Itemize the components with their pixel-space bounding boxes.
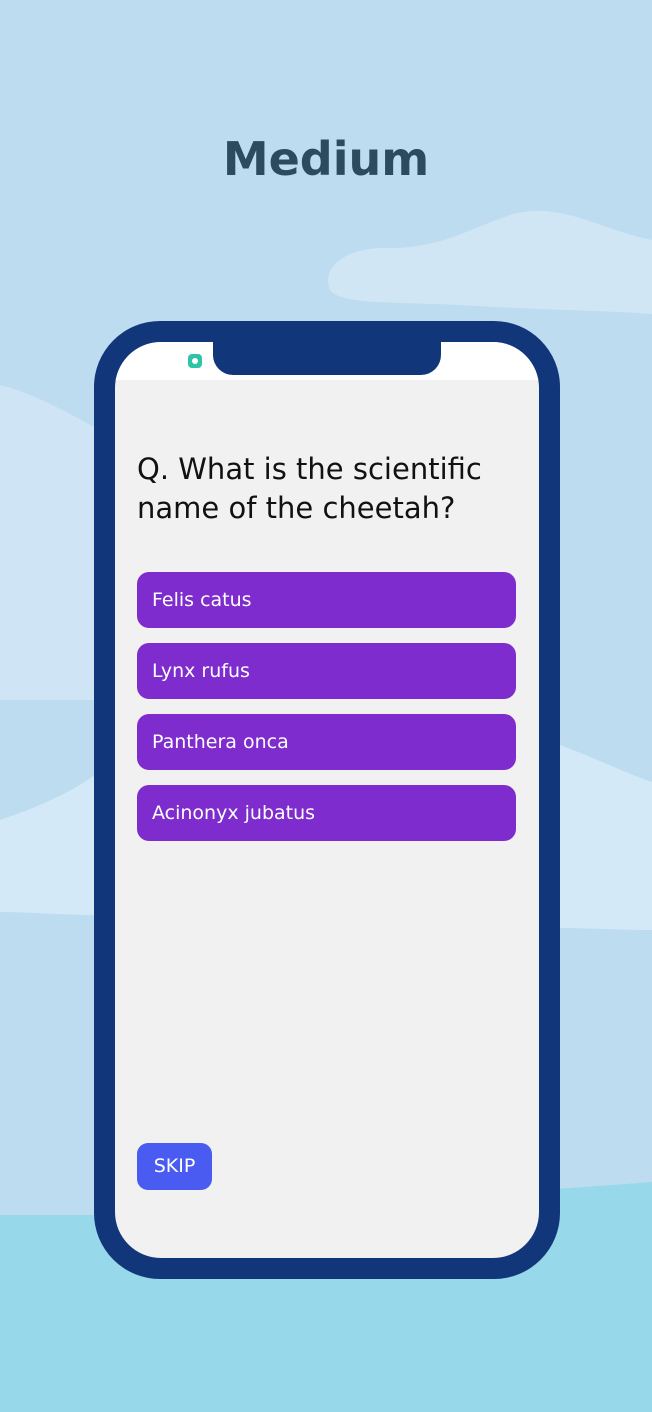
difficulty-title: Medium [222, 132, 430, 186]
answer-options: Felis catus Lynx rufus Panthera onca Aci… [137, 572, 516, 856]
question-text: Q. What is the scientific name of the ch… [137, 452, 482, 525]
answer-option-panthera-onca[interactable]: Panthera onca [137, 714, 516, 770]
skip-button[interactable]: SKIP [137, 1143, 212, 1190]
phone-screen: Q. What is the scientific name of the ch… [115, 342, 539, 1258]
cloud-left [0, 385, 100, 700]
answer-option-felis-catus[interactable]: Felis catus [137, 572, 516, 628]
answer-option-acinonyx-jubatus[interactable]: Acinonyx jubatus [137, 785, 516, 841]
phone-notch [213, 342, 441, 375]
phone-frame: Q. What is the scientific name of the ch… [94, 321, 560, 1279]
app-notification-icon [188, 354, 202, 368]
answer-option-lynx-rufus[interactable]: Lynx rufus [137, 643, 516, 699]
game-page: Medium Q. What is the scientific name of… [0, 0, 652, 1412]
